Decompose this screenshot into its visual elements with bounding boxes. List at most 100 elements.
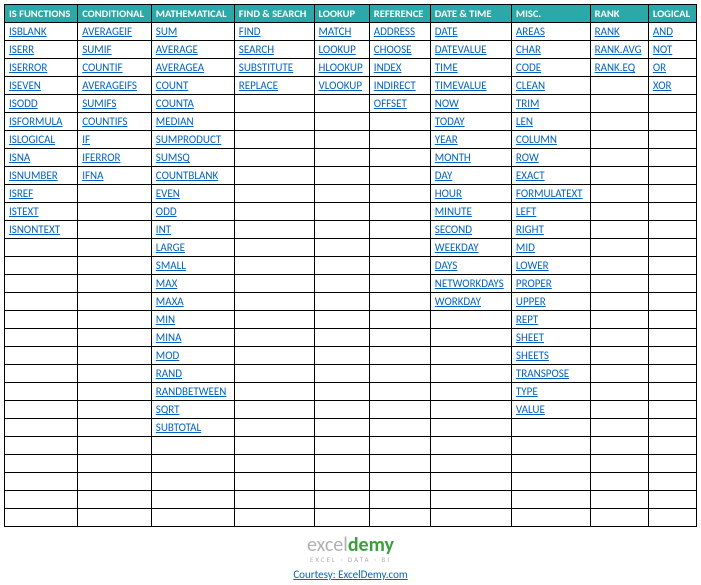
function-link[interactable]: AREAS	[516, 25, 545, 38]
function-link[interactable]: VALUE	[516, 403, 545, 416]
function-link[interactable]: COUNTA	[156, 97, 194, 110]
function-link[interactable]: DATE	[435, 25, 458, 38]
function-link[interactable]: DAYS	[435, 259, 458, 272]
function-link[interactable]: ISERR	[9, 43, 34, 56]
function-link[interactable]: ISEVEN	[9, 79, 41, 92]
function-link[interactable]: LOOKUP	[319, 43, 356, 56]
function-link[interactable]: REPLACE	[239, 79, 278, 92]
function-link[interactable]: IFNA	[82, 169, 103, 182]
function-link[interactable]: OFFSET	[374, 97, 407, 110]
function-link[interactable]: HOUR	[435, 187, 462, 200]
function-link[interactable]: IFERROR	[82, 151, 120, 164]
function-link[interactable]: SHEET	[516, 331, 544, 344]
function-link[interactable]: DAY	[435, 169, 453, 182]
function-link[interactable]: ISLOGICAL	[9, 133, 55, 146]
function-link[interactable]: COUNTBLANK	[156, 169, 218, 182]
function-link[interactable]: RANK	[595, 25, 620, 38]
function-link[interactable]: LOWER	[516, 259, 549, 272]
function-link[interactable]: SUBSTITUTE	[239, 61, 293, 74]
function-link[interactable]: SUBTOTAL	[156, 421, 201, 434]
function-link[interactable]: RIGHT	[516, 223, 544, 236]
function-link[interactable]: MID	[516, 241, 535, 254]
function-link[interactable]: ISODD	[9, 97, 38, 110]
function-link[interactable]: RANDBETWEEN	[156, 385, 227, 398]
function-link[interactable]: MOD	[156, 349, 179, 362]
function-link[interactable]: YEAR	[435, 133, 458, 146]
function-link[interactable]: NETWORKDAYS	[435, 277, 504, 290]
function-link[interactable]: WEEKDAY	[435, 241, 479, 254]
function-link[interactable]: EVEN	[156, 187, 180, 200]
function-link[interactable]: ISERROR	[9, 61, 47, 74]
function-link[interactable]: COUNTIF	[82, 61, 122, 74]
function-link[interactable]: SMALL	[156, 259, 186, 272]
function-link[interactable]: MAXA	[156, 295, 184, 308]
function-link[interactable]: MONTH	[435, 151, 471, 164]
function-link[interactable]: INDEX	[374, 61, 402, 74]
function-link[interactable]: MAX	[156, 277, 177, 290]
function-link[interactable]: NOT	[653, 43, 672, 56]
function-link[interactable]: DATEVALUE	[435, 43, 487, 56]
function-link[interactable]: TODAY	[435, 115, 465, 128]
function-link[interactable]: IF	[82, 133, 90, 146]
function-link[interactable]: SECOND	[435, 223, 472, 236]
function-link[interactable]: CHAR	[516, 43, 541, 56]
function-link[interactable]: CLEAN	[516, 79, 545, 92]
function-link[interactable]: REPT	[516, 313, 538, 326]
function-link[interactable]: ISNONTEXT	[9, 223, 60, 236]
function-link[interactable]: AVERAGEIFS	[82, 79, 137, 92]
function-link[interactable]: MINA	[156, 331, 182, 344]
function-link[interactable]: ISBLANK	[9, 25, 47, 38]
function-link[interactable]: OR	[653, 61, 666, 74]
function-link[interactable]: UPPER	[516, 295, 546, 308]
function-link[interactable]: SUMSQ	[156, 151, 190, 164]
function-link[interactable]: RANK.EQ	[595, 61, 636, 74]
function-link[interactable]: MINUTE	[435, 205, 472, 218]
function-link[interactable]: SQRT	[156, 403, 180, 416]
function-link[interactable]: ISNUMBER	[9, 169, 58, 182]
function-link[interactable]: SEARCH	[239, 43, 274, 56]
function-link[interactable]: INT	[156, 223, 171, 236]
function-link[interactable]: HLOOKUP	[319, 61, 363, 74]
function-link[interactable]: MIN	[156, 313, 175, 326]
function-link[interactable]: NOW	[435, 97, 459, 110]
function-link[interactable]: LARGE	[156, 241, 185, 254]
function-link[interactable]: INDIRECT	[374, 79, 416, 92]
function-link[interactable]: MATCH	[319, 25, 352, 38]
function-link[interactable]: TIMEVALUE	[435, 79, 487, 92]
function-link[interactable]: AVERAGEA	[156, 61, 204, 74]
function-link[interactable]: SUMIFS	[82, 97, 116, 110]
function-link[interactable]: AVERAGE	[156, 43, 198, 56]
function-link[interactable]: ISTEXT	[9, 205, 39, 218]
function-link[interactable]: CHOOSE	[374, 43, 412, 56]
function-link[interactable]: SUM	[156, 25, 178, 38]
function-link[interactable]: ADDRESS	[374, 25, 415, 38]
function-link[interactable]: TRANSPOSE	[516, 367, 569, 380]
function-link[interactable]: ISREF	[9, 187, 33, 200]
function-link[interactable]: FORMULATEXT	[516, 187, 583, 200]
function-link[interactable]: RANK.AVG	[595, 43, 642, 56]
function-link[interactable]: PROPER	[516, 277, 552, 290]
function-link[interactable]: COUNTIFS	[82, 115, 127, 128]
function-link[interactable]: FIND	[239, 25, 261, 38]
function-link[interactable]: AVERAGEIF	[82, 25, 132, 38]
courtesy-link[interactable]: Courtesy: ExcelDemy.com	[293, 568, 407, 581]
function-link[interactable]: SUMPRODUCT	[156, 133, 221, 146]
function-link[interactable]: COUNT	[156, 79, 189, 92]
function-link[interactable]: SUMIF	[82, 43, 111, 56]
function-link[interactable]: EXACT	[516, 169, 545, 182]
function-link[interactable]: RAND	[156, 367, 182, 380]
function-link[interactable]: COLUMN	[516, 133, 557, 146]
function-link[interactable]: TYPE	[516, 385, 538, 398]
function-link[interactable]: ISNA	[9, 151, 30, 164]
function-link[interactable]: SHEETS	[516, 349, 549, 362]
function-link[interactable]: ROW	[516, 151, 539, 164]
function-link[interactable]: ODD	[156, 205, 177, 218]
function-link[interactable]: AND	[653, 25, 673, 38]
function-link[interactable]: TRIM	[516, 97, 540, 110]
function-link[interactable]: WORKDAY	[435, 295, 481, 308]
function-link[interactable]: LEFT	[516, 205, 536, 218]
function-link[interactable]: LEN	[516, 115, 533, 128]
function-link[interactable]: ISFORMULA	[9, 115, 63, 128]
function-link[interactable]: XOR	[653, 79, 672, 92]
function-link[interactable]: CODE	[516, 61, 541, 74]
